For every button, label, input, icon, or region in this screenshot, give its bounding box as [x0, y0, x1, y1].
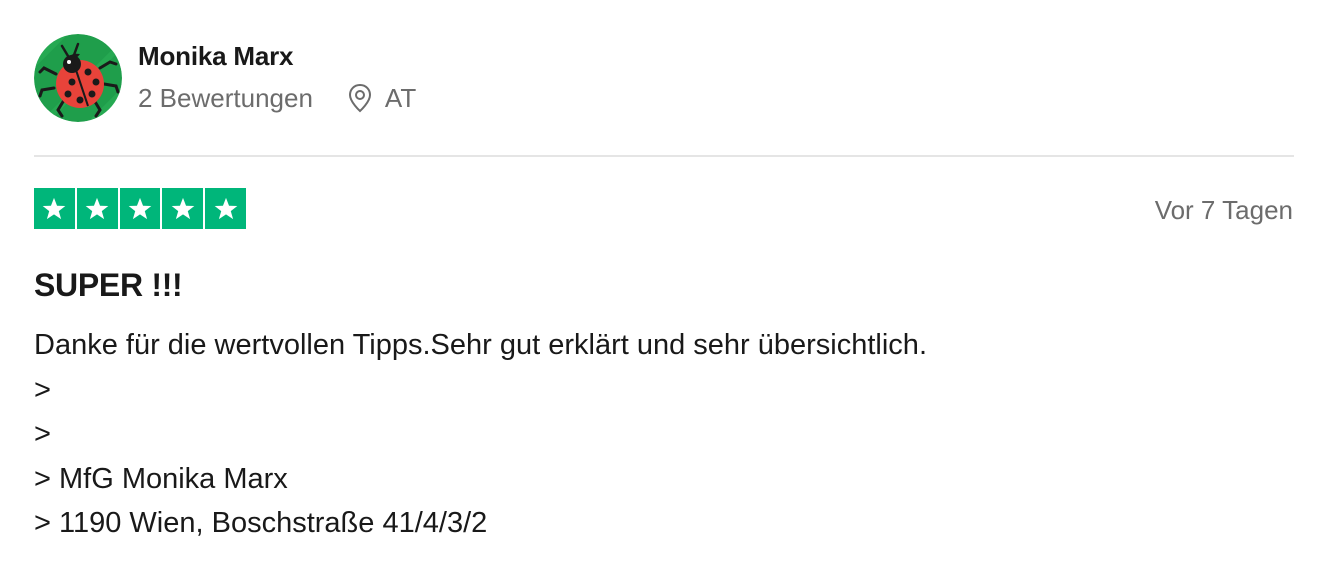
star-icon	[119, 188, 161, 229]
review-card: Monika Marx 2 Bewertungen AT Vor 7 Tagen…	[0, 0, 1324, 568]
star-icon	[76, 188, 118, 229]
consumer-meta: 2 Bewertungen AT	[138, 82, 416, 114]
consumer-info: Monika Marx 2 Bewertungen AT	[138, 34, 416, 114]
review-title[interactable]: SUPER !!!	[34, 265, 183, 305]
location-label: AT	[384, 83, 417, 113]
review-body-line: > MfG Monika Marx	[34, 462, 288, 495]
review-body-line: > 1190 Wien, Boschstraße 41/4/3/2	[34, 507, 488, 539]
ladybug-avatar-icon[interactable]	[34, 34, 122, 122]
star-icon	[34, 188, 75, 229]
review-date: Vor 7 Tagen	[1154, 195, 1293, 225]
location-pin-icon	[347, 83, 373, 113]
review-header: Monika Marx 2 Bewertungen AT	[34, 34, 416, 122]
star-icon	[205, 188, 246, 229]
review-count: 2 Bewertungen	[138, 83, 313, 113]
consumer-location: AT	[347, 82, 416, 114]
review-body-line: Danke für die wertvollen Tipps.Sehr gut …	[34, 329, 927, 361]
consumer-name[interactable]: Monika Marx	[138, 40, 416, 72]
divider	[34, 155, 1294, 157]
star-icon	[162, 188, 204, 229]
review-body-line: >	[34, 418, 51, 450]
star-rating	[34, 188, 246, 229]
review-body-line: >	[34, 373, 51, 406]
review-body: Danke für die wertvollen Tipps.Sehr gut …	[34, 323, 1294, 546]
